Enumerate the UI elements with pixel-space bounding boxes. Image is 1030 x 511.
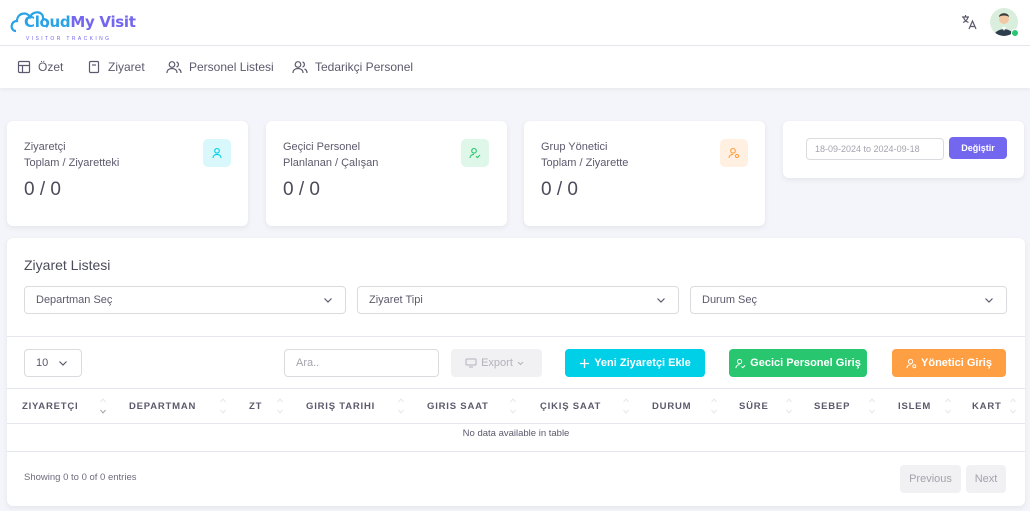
stat-card-visitors: Ziyaretçi Toplam / Ziyaretteki 0 / 0 [7, 121, 248, 226]
user-cog-icon [728, 147, 740, 159]
column-header-giris-tarihi[interactable]: GIRIŞ TARIHI [306, 401, 375, 412]
sort-icon [945, 398, 951, 414]
manager-entry-button[interactable]: Yönetici Giriş [892, 349, 1006, 377]
app-logo[interactable]: CloudMy Visit VISITOR TRACKING [10, 5, 140, 45]
column-header-cikis-saat[interactable]: ÇIKIŞ SAAT [540, 401, 601, 412]
divider [7, 451, 1025, 452]
button-label: Yönetici Giriş [921, 357, 992, 369]
stat-value: 0 / 0 [283, 179, 320, 200]
logo-text: CloudMy Visit [24, 13, 136, 31]
stat-title: Ziyaretçi Toplam / Ziyaretteki [24, 141, 120, 169]
export-label: Export [481, 357, 513, 369]
export-button[interactable]: Export [451, 349, 542, 377]
add-visitor-button[interactable]: Yeni Ziyaretçi Ekle [565, 349, 705, 377]
divider [7, 336, 1025, 337]
sort-icon [711, 398, 717, 414]
sort-icon [1010, 398, 1016, 414]
divider [7, 388, 1025, 389]
sort-icon [100, 398, 106, 414]
search-input[interactable]: Ara.. [284, 349, 439, 377]
stat-title: Grup Yönetici Toplam / Ziyarette [541, 141, 629, 169]
empty-table-message: No data available in table [462, 428, 570, 439]
sort-icon [786, 398, 792, 414]
column-header-giris-saat[interactable]: GIRIS SAAT [427, 401, 489, 412]
button-label: Gecici Personel Giriş [750, 357, 861, 369]
chevron-down-icon [985, 298, 993, 303]
select-value: 10 [36, 357, 49, 369]
user-check-icon [469, 147, 481, 159]
nav-item-label: Tedarikçi Personel [315, 60, 414, 74]
chevron-down-icon [59, 361, 67, 366]
select-value: Ziyaret Tipi [369, 294, 423, 306]
date-range-input[interactable]: 18-09-2024 to 2024-09-18 [806, 138, 944, 160]
sort-icon [510, 398, 516, 414]
nav-item-personel-listesi[interactable]: Personel Listesi [166, 46, 274, 88]
column-header-sebep[interactable]: SEBEP [814, 401, 850, 412]
column-header-ziyaretci[interactable]: ZIYARETÇI [22, 401, 78, 412]
stat-value: 0 / 0 [541, 179, 578, 200]
stat-value: 0 / 0 [24, 179, 61, 200]
monitor-icon [465, 358, 477, 368]
users-icon [292, 61, 308, 74]
layout-icon [17, 60, 31, 74]
nav-item-label: Özet [38, 60, 64, 74]
nav-item-ziyaret[interactable]: Ziyaret [87, 46, 145, 88]
user-cog-icon [906, 358, 917, 368]
visit-list-card: Ziyaret Listesi Departman Seç Ziyaret Ti… [7, 238, 1025, 506]
top-bar: CloudMy Visit VISITOR TRACKING [0, 0, 1030, 46]
translate-icon[interactable] [960, 13, 978, 31]
department-select[interactable]: Departman Seç [24, 286, 346, 314]
visit-type-select[interactable]: Ziyaret Tipi [357, 286, 679, 314]
users-icon [166, 61, 182, 74]
sort-icon [869, 398, 875, 414]
plus-icon [580, 358, 590, 368]
select-value: Durum Seç [702, 294, 758, 306]
sort-icon [398, 398, 404, 414]
stat-icon-wrapper [461, 139, 489, 167]
door-icon [88, 60, 100, 74]
stat-icon-wrapper [720, 139, 748, 167]
page-title: Ziyaret Listesi [24, 257, 111, 273]
stat-title: Geçici Personel Planlanan / Çalışan [283, 141, 379, 169]
column-header-kart[interactable]: KART [972, 401, 1002, 412]
button-label: Yeni Ziyaretçi Ekle [594, 357, 691, 369]
stat-card-group-manager: Grup Yönetici Toplam / Ziyarette 0 / 0 [524, 121, 765, 226]
date-filter-card: 18-09-2024 to 2024-09-18 Değiştir [783, 121, 1024, 178]
sort-icon [277, 398, 283, 414]
stat-icon-wrapper [203, 139, 231, 167]
user-check-icon [735, 358, 746, 368]
column-header-durum[interactable]: DURUM [652, 401, 691, 412]
chevron-down-icon [657, 298, 665, 303]
temp-staff-entry-button[interactable]: Gecici Personel Giriş [729, 349, 867, 377]
page-length-select[interactable]: 10 [24, 349, 82, 377]
column-header-islem[interactable]: ISLEM [898, 401, 931, 412]
logo-subtitle: VISITOR TRACKING [26, 36, 112, 42]
stat-card-temp-staff: Geçici Personel Planlanan / Çalışan 0 / 0 [266, 121, 507, 226]
nav-item-label: Personel Listesi [189, 60, 274, 74]
chevron-down-icon [517, 361, 524, 365]
next-page-button[interactable]: Next [966, 465, 1006, 493]
status-select[interactable]: Durum Seç [690, 286, 1007, 314]
column-header-zt[interactable]: ZT [249, 401, 262, 412]
main-navigation: Özet Ziyaret Personel Listesi Tedarikçi … [0, 46, 1030, 88]
divider [7, 423, 1025, 424]
table-info: Showing 0 to 0 of 0 entries [24, 472, 137, 483]
sort-icon [220, 398, 226, 414]
nav-item-tedarikci-personel[interactable]: Tedarikçi Personel [292, 46, 413, 88]
nav-item-label: Ziyaret [108, 60, 145, 74]
column-header-sure[interactable]: SÜRE [739, 401, 769, 412]
previous-page-button[interactable]: Previous [900, 465, 961, 493]
chevron-down-icon [324, 298, 332, 303]
column-header-departman[interactable]: DEPARTMAN [129, 401, 196, 412]
sort-icon [623, 398, 629, 414]
select-value: Departman Seç [36, 294, 113, 306]
online-status-dot [1011, 29, 1019, 37]
change-date-button[interactable]: Değiştir [949, 137, 1007, 159]
user-icon [212, 147, 222, 159]
nav-item-ozet[interactable]: Özet [17, 46, 63, 88]
